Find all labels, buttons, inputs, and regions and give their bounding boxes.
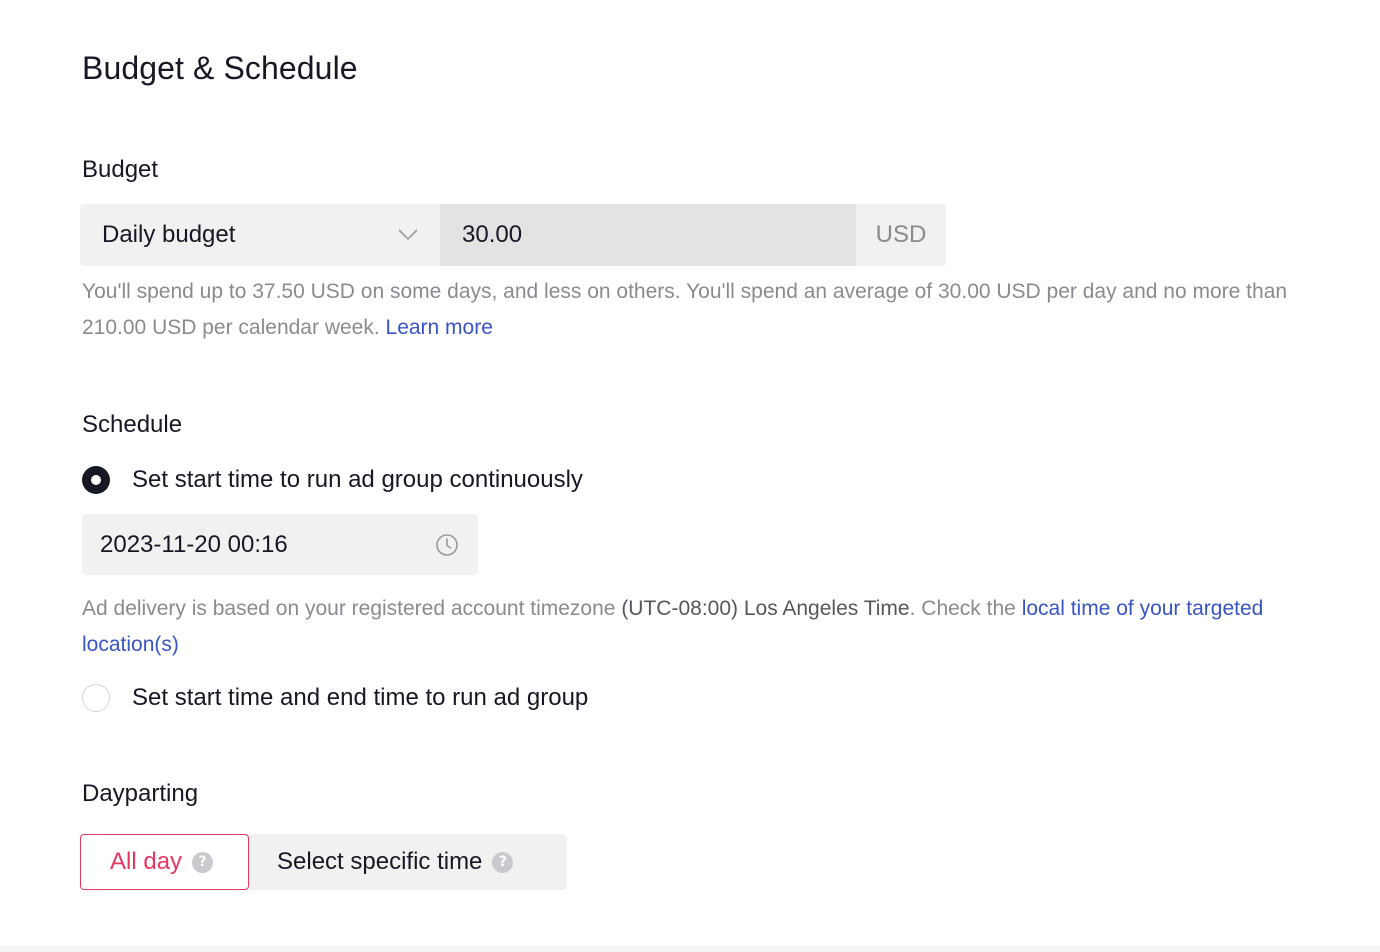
radio-unchecked-icon[interactable] <box>82 684 110 712</box>
dayparting-section-title: Dayparting <box>82 780 199 807</box>
budget-type-value: Daily budget <box>102 221 236 248</box>
budget-type-select[interactable]: Daily budget <box>80 204 440 266</box>
timezone-suffix: . Check the <box>909 597 1016 620</box>
schedule-option-start-end-label: Set start time and end time to run ad gr… <box>132 684 589 711</box>
schedule-option-start-end[interactable]: Set start time and end time to run ad gr… <box>82 684 588 712</box>
timezone-help-text: Ad delivery is based on your registered … <box>82 591 1302 663</box>
start-datetime-value: 2023-11-20 00:16 <box>100 530 288 558</box>
budget-input-group: Daily budget 30.00 USD <box>80 204 946 266</box>
radio-checked-icon[interactable] <box>82 466 110 494</box>
budget-help-copy: You'll spend up to 37.50 USD on some day… <box>82 280 1288 339</box>
budget-section-title: Budget <box>82 156 159 183</box>
timezone-value: (UTC-08:00) Los Angeles Time <box>621 597 910 620</box>
schedule-option-continuous-label: Set start time to run ad group continuou… <box>132 466 583 493</box>
question-circle-icon[interactable]: ? <box>492 851 514 873</box>
schedule-option-continuous[interactable]: Set start time to run ad group continuou… <box>82 466 583 494</box>
schedule-section-title: Schedule <box>82 411 183 438</box>
chevron-down-icon <box>398 225 418 245</box>
question-circle-icon[interactable]: ? <box>192 851 214 873</box>
page-title: Budget & Schedule <box>82 50 358 86</box>
timezone-prefix: Ad delivery is based on your registered … <box>82 597 616 620</box>
dayparting-specific-time-label: Select specific time <box>277 848 483 875</box>
bottom-divider <box>0 946 1380 952</box>
budget-amount-input[interactable]: 30.00 <box>440 204 856 266</box>
budget-amount-value: 30.00 <box>462 221 523 248</box>
dayparting-toggle: All day ? Select specific time ? <box>80 834 567 890</box>
clock-icon <box>434 532 460 558</box>
budget-currency-label: USD <box>856 204 946 266</box>
dayparting-specific-time-button[interactable]: Select specific time ? <box>249 834 567 890</box>
start-datetime-picker[interactable]: 2023-11-20 00:16 <box>82 514 478 575</box>
budget-help-text: You'll spend up to 37.50 USD on some day… <box>82 274 1302 346</box>
dayparting-all-day-label: All day <box>110 848 183 875</box>
learn-more-link[interactable]: Learn more <box>386 316 493 339</box>
dayparting-all-day-button[interactable]: All day ? <box>80 834 249 890</box>
budget-schedule-panel: Budget & Schedule Budget Daily budget 30… <box>0 0 1380 952</box>
